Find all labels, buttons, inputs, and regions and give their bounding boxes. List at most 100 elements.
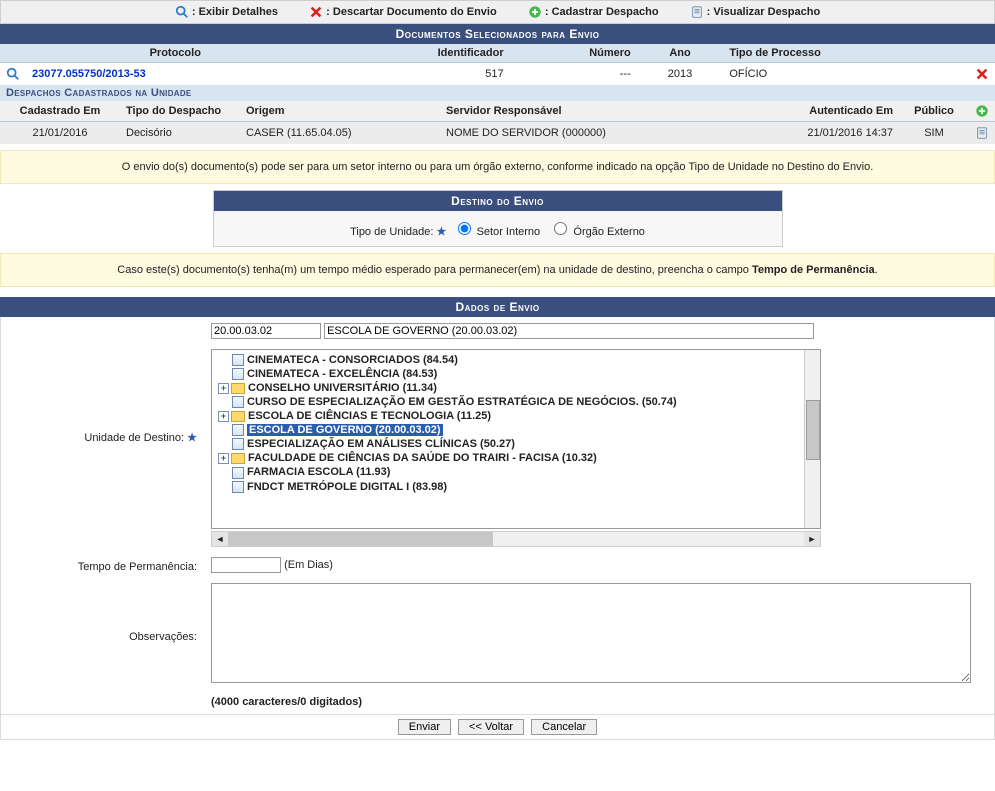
dados-header: Dados de Envio	[0, 297, 995, 317]
x-icon	[309, 5, 323, 19]
cell-origem: CASER (11.65.04.05)	[240, 122, 440, 145]
protocol-link[interactable]: 23077.055750/2013-53	[32, 68, 146, 80]
legend-descartar-label: Descartar Documento do Envio	[333, 6, 497, 18]
cell-identificador: 517	[325, 63, 510, 86]
col-origem: Origem	[240, 101, 440, 122]
info-tempo-text: Caso este(s) documento(s) tenha(m) um te…	[117, 264, 752, 276]
tree-node-selected[interactable]: ESCOLA DE GOVERNO (20.00.03.02)	[218, 423, 816, 437]
doc-icon	[232, 438, 244, 450]
cell-ano: 2013	[637, 63, 724, 86]
destino-panel: Destino do Envio Tipo de Unidade: ★ Seto…	[213, 190, 783, 247]
tree-node[interactable]: +CONSELHO UNIVERSITÁRIO (11.34)	[218, 381, 816, 395]
doc-icon	[232, 467, 244, 479]
doc-icon	[232, 396, 244, 408]
document-icon[interactable]	[975, 126, 989, 140]
doc-icon	[232, 424, 244, 436]
docs-table: Protocolo Identificador Número Ano Tipo …	[0, 44, 995, 85]
cell-tipo-despacho: Decisório	[120, 122, 240, 145]
tempo-label: Tempo de Permanência:	[78, 561, 197, 573]
button-row: Enviar << Voltar Cancelar	[0, 715, 995, 740]
despachos-header: Despachos Cadastrados na Unidade	[0, 85, 995, 101]
destino-header: Destino do Envio	[214, 191, 782, 211]
folder-icon	[231, 411, 245, 422]
x-icon[interactable]	[975, 67, 989, 81]
col-tipo-despacho: Tipo do Despacho	[120, 101, 240, 122]
despachos-table: Cadastrado Em Tipo do Despacho Origem Se…	[0, 101, 995, 144]
legend-exibir: : Exibir Detalhes	[175, 5, 278, 19]
expand-icon[interactable]: +	[218, 411, 229, 422]
tree-node[interactable]: +ESCOLA DE CIÊNCIAS E TECNOLOGIA (11.25)	[218, 409, 816, 423]
voltar-button[interactable]: << Voltar	[458, 719, 524, 735]
char-count: (4000 caracteres/0 digitados)	[205, 692, 992, 712]
radio-orgao-label: Órgão Externo	[573, 226, 645, 238]
unidade-label: Unidade de Destino:	[84, 432, 184, 444]
legend-visualizar: : Visualizar Despacho	[690, 5, 821, 19]
unidade-code-input[interactable]	[211, 323, 321, 339]
tree-node[interactable]: +FACULDADE DE CIÊNCIAS DA SAÚDE DO TRAIR…	[218, 451, 816, 465]
legend-visualizar-label: Visualizar Despacho	[713, 6, 820, 18]
doc-icon	[232, 354, 244, 366]
enviar-button[interactable]: Enviar	[398, 719, 451, 735]
unidade-tree[interactable]: CINEMATECA - CONSORCIADOS (84.54) CINEMA…	[211, 349, 821, 529]
radio-orgao-externo[interactable]	[554, 222, 567, 235]
tree-node[interactable]: ESPECIALIZAÇÃO EM ANÁLISES CLÍNICAS (50.…	[218, 437, 816, 451]
cell-servidor: NOME DO SERVIDOR (000000)	[440, 122, 769, 145]
arrow-left-icon[interactable]: ◄	[212, 532, 228, 546]
cell-tipo: OFÍCIO	[723, 63, 969, 86]
table-row: 23077.055750/2013-53 517 --- 2013 OFÍCIO	[0, 63, 995, 86]
radio-setor-label: Setor Interno	[477, 226, 541, 238]
scrollbar-vertical[interactable]	[804, 350, 820, 528]
info-envio: O envio do(s) documento(s) pode ser para…	[0, 150, 995, 184]
info-tempo-bold: Tempo de Permanência	[752, 264, 875, 276]
col-cadastrado: Cadastrado Em	[0, 101, 120, 122]
required-star-icon: ★	[437, 226, 447, 238]
expand-icon[interactable]: +	[218, 383, 229, 394]
radio-setor-interno[interactable]	[458, 222, 471, 235]
legend-exibir-label: Exibir Detalhes	[199, 6, 278, 18]
doc-icon	[232, 481, 244, 493]
col-autenticado: Autenticado Em	[769, 101, 899, 122]
tree-node[interactable]: FNDCT METRÓPOLE DIGITAL I (83.98)	[218, 480, 816, 494]
info-tempo: Caso este(s) documento(s) tenha(m) um te…	[0, 253, 995, 287]
dados-form: Unidade de Destino: ★ CINEMATECA - CONSO…	[0, 317, 995, 715]
magnifier-icon[interactable]	[6, 67, 20, 81]
tree-node[interactable]: CURSO DE ESPECIALIZAÇÃO EM GESTÃO ESTRAT…	[218, 395, 816, 409]
col-ano: Ano	[637, 44, 724, 63]
expand-icon[interactable]: +	[218, 453, 229, 464]
magnifier-icon	[175, 5, 189, 19]
folder-icon	[231, 453, 245, 464]
document-icon	[690, 5, 704, 19]
unidade-name-input[interactable]	[324, 323, 814, 339]
destino-label: Tipo de Unidade:	[350, 226, 433, 238]
legend-cadastrar: : Cadastrar Despacho	[528, 5, 659, 19]
doc-icon	[232, 368, 244, 380]
cell-autenticado: 21/01/2016 14:37	[769, 122, 899, 145]
scrollbar-horizontal[interactable]: ◄ ►	[211, 531, 821, 547]
plus-circle-icon	[528, 5, 542, 19]
col-tipo: Tipo de Processo	[723, 44, 969, 63]
tempo-input[interactable]	[211, 557, 281, 573]
cancelar-button[interactable]: Cancelar	[531, 719, 597, 735]
cell-numero: ---	[510, 63, 637, 86]
tree-node[interactable]: CINEMATECA - EXCELÊNCIA (84.53)	[218, 367, 816, 381]
col-publico: Público	[899, 101, 969, 122]
plus-circle-icon[interactable]	[975, 104, 989, 118]
legend-bar: : Exibir Detalhes : Descartar Documento …	[0, 0, 995, 24]
legend-descartar: : Descartar Documento do Envio	[309, 5, 497, 19]
obs-textarea[interactable]	[211, 583, 971, 683]
tempo-hint: (Em Dias)	[284, 559, 333, 571]
folder-icon	[231, 383, 245, 394]
legend-cadastrar-label: Cadastrar Despacho	[552, 6, 659, 18]
col-identificador: Identificador	[325, 44, 510, 63]
arrow-right-icon[interactable]: ►	[804, 532, 820, 546]
docs-header: Documentos Selecionados para Envio	[0, 24, 995, 44]
tree-node[interactable]: CINEMATECA - CONSORCIADOS (84.54)	[218, 353, 816, 367]
tree-node[interactable]: FARMACIA ESCOLA (11.93)	[218, 465, 816, 479]
obs-label: Observações:	[129, 631, 197, 643]
col-numero: Número	[510, 44, 637, 63]
col-servidor: Servidor Responsável	[440, 101, 769, 122]
required-star-icon: ★	[187, 432, 197, 444]
cell-publico: SIM	[899, 122, 969, 145]
table-row: 21/01/2016 Decisório CASER (11.65.04.05)…	[0, 122, 995, 145]
col-protocolo: Protocolo	[26, 44, 325, 63]
